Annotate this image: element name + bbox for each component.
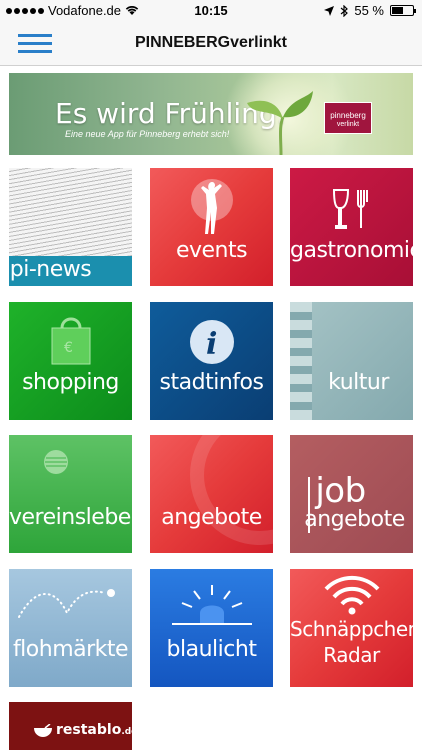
film-strip-icon	[290, 302, 312, 420]
newspaper-icon	[9, 168, 132, 256]
bowl-icon	[34, 724, 52, 737]
tile-shopping[interactable]: € shopping	[9, 302, 132, 420]
wifi-signal-icon	[324, 575, 379, 615]
dancer-icon	[190, 179, 233, 234]
tile-schnaeppchen-radar[interactable]: Schnäppchen- Radar	[290, 569, 413, 687]
logo-line-2: verlinkt	[336, 121, 360, 128]
tile-label: vereinsleben	[9, 505, 132, 530]
tile-label-line1: Schnäppchen-	[290, 617, 413, 641]
tile-label-line1: job	[315, 471, 366, 511]
brand-logo: pinneberg verlinkt	[324, 102, 372, 134]
glass-fork-icon	[332, 189, 368, 229]
tile-kultur[interactable]: kultur	[290, 302, 413, 420]
tile-blaulicht[interactable]: blaulicht	[150, 569, 273, 687]
tile-pi-news[interactable]: pi-news	[9, 168, 132, 286]
siren-icon	[171, 585, 252, 625]
bluetooth-icon	[340, 4, 349, 17]
restablo-suffix: .de	[121, 727, 132, 737]
tile-events[interactable]: events	[150, 168, 273, 286]
tile-label-line2: angebote	[304, 507, 405, 532]
tile-label: flohmärkte	[12, 637, 129, 662]
tile-label: gastronomie	[290, 238, 413, 263]
tile-label: pi-news	[9, 257, 92, 282]
svg-text:€: €	[64, 340, 73, 356]
tile-label: restablo.de	[56, 722, 132, 738]
battery-percent: 55 %	[354, 3, 384, 18]
ball-icon	[44, 450, 68, 474]
page-title: PINNEBERGverlinkt	[134, 34, 288, 51]
tile-label: events	[175, 238, 248, 263]
status-right: 55 %	[324, 3, 416, 18]
shopping-bag-icon: €	[51, 317, 90, 365]
tile-stadtinfos[interactable]: i stadtinfos	[150, 302, 273, 420]
tile-gastronomie[interactable]: gastronomie	[290, 168, 413, 286]
tile-jobangebote[interactable]: job angebote	[290, 435, 413, 553]
tile-label-line2: Radar	[323, 643, 380, 667]
navigation-bar: PINNEBERGverlinkt	[0, 22, 422, 66]
tile-flohmaerkte[interactable]: flohmärkte	[9, 569, 132, 687]
svg-text:i: i	[206, 327, 217, 362]
tile-vereinsleben[interactable]: vereinsleben	[9, 435, 132, 553]
tile-label: angebote	[161, 505, 262, 530]
tile-label: kultur	[328, 370, 389, 395]
restablo-name: restablo	[56, 722, 122, 738]
tile-angebote[interactable]: angebote	[150, 435, 273, 553]
tile-label: shopping	[22, 370, 119, 395]
promo-banner[interactable]: Es wird Frühling. Eine neue App für Pinn…	[9, 73, 413, 155]
logo-line-1: pinneberg	[330, 111, 366, 120]
bouncing-dots-icon	[18, 589, 115, 618]
location-arrow-icon	[324, 5, 335, 16]
tile-restablo[interactable]: restablo.de	[9, 702, 132, 750]
banner-subline: Eine neue App für Pinneberg erhebt sich!	[65, 129, 230, 139]
seedling-icon	[247, 91, 313, 155]
battery-icon	[390, 5, 416, 16]
status-bar: Vodafone.de 10:15 55 %	[0, 0, 422, 22]
tile-label: stadtinfos	[159, 370, 264, 395]
info-icon: i	[189, 320, 234, 364]
tile-label: blaulicht	[166, 637, 257, 662]
